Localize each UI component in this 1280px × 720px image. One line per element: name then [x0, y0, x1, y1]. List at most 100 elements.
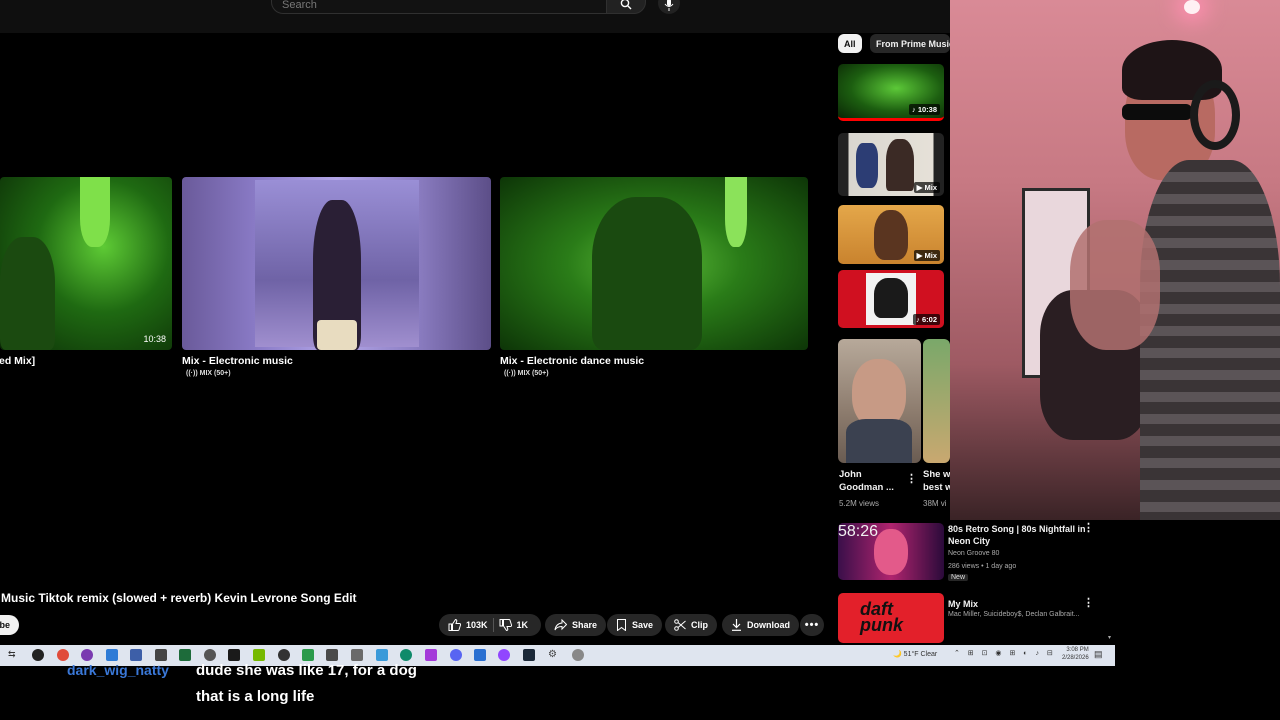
video-title: Music Tiktok remix (slowed + reverb) Kev… — [1, 591, 357, 605]
system-tray-icons[interactable]: ⌃ ⊞ ⊡ ◉ ⊞ ◐ ♪ ⊟ — [954, 649, 1056, 657]
clip-button[interactable]: Clip — [665, 614, 717, 636]
taskbar-app-icon[interactable] — [498, 649, 510, 661]
sidebar-video-thumbnail[interactable]: ♪ 10:38 — [838, 64, 944, 121]
download-label: Download — [747, 620, 790, 630]
like-count: 103K — [466, 620, 488, 630]
title-line: 80s Retro Song | 80s Nightfall in — [948, 524, 1086, 534]
dislike-button[interactable]: 1K — [499, 619, 529, 631]
scissors-icon — [674, 619, 686, 631]
more-actions-button[interactable]: ••• — [800, 614, 824, 636]
endcard-subtitle: ((·)) MIX (50+) — [504, 370, 549, 377]
short-title[interactable]: John Goodman ... — [839, 468, 894, 494]
endcard-mix-edm[interactable] — [500, 177, 808, 350]
chip-all[interactable]: All — [838, 34, 862, 53]
weather-widget[interactable]: 🌙 51°F Clear — [893, 650, 937, 658]
taskbar-app-icon[interactable] — [425, 649, 437, 661]
top-bar: Search — [0, 0, 950, 33]
logo-artwork: daft punk — [860, 599, 903, 635]
short-title-line: She w — [923, 469, 950, 480]
taskbar-icon[interactable]: ⇆ — [8, 649, 20, 661]
endcard-subtitle-text: MIX (50+) — [517, 370, 549, 377]
recommendation-item[interactable]: 58:26 80s Retro Song | 80s Nightfall in … — [838, 520, 1116, 582]
like-button[interactable]: 103K — [448, 619, 488, 631]
ceiling-light — [1184, 0, 1200, 14]
divider — [492, 618, 494, 632]
scroll-down-icon[interactable]: ▾ — [1108, 634, 1111, 641]
dislike-count: 1K — [516, 620, 529, 630]
search-button[interactable] — [606, 0, 646, 14]
sidebar-video-thumbnail[interactable]: ▶ Mix — [838, 205, 944, 264]
taskbar-app-icon[interactable] — [32, 649, 44, 661]
gear-icon[interactable]: ⚙ — [548, 649, 560, 661]
clock[interactable]: 3:08 PM 2/28/2026 — [1062, 646, 1089, 662]
microphone-icon — [664, 0, 674, 11]
taskbar-app-icon[interactable] — [106, 649, 118, 661]
taskbar-app-icon[interactable] — [155, 649, 167, 661]
mix-icon: ((·)) — [186, 370, 200, 377]
recommendation-thumbnail: 58:26 — [838, 523, 944, 580]
short-title-line: Goodman ... — [839, 482, 894, 493]
like-dislike-group: 103K 1K — [439, 614, 541, 636]
save-button[interactable]: Save — [607, 614, 663, 636]
endcard-subtitle-text: MIX (50+) — [199, 370, 231, 377]
subscribe-button[interactable]: be — [0, 615, 19, 635]
taskbar-app-icon[interactable] — [572, 649, 584, 661]
short-title[interactable]: She w best w — [923, 468, 950, 494]
thumbnail-figure — [317, 320, 357, 350]
sidebar-video-thumbnail[interactable]: ♪ 6:02 — [838, 270, 944, 328]
person-arm — [1070, 220, 1160, 350]
short-title-line: John — [839, 469, 862, 480]
more-vertical-icon[interactable]: ⋮ — [906, 472, 917, 485]
endcard-video-1[interactable]: 10:38 — [0, 177, 172, 350]
clip-label: Clip — [691, 620, 708, 630]
share-button[interactable]: Share — [545, 614, 607, 636]
taskbar-app-icon[interactable] — [179, 649, 191, 661]
notification-icon[interactable]: ▤ — [1094, 649, 1103, 660]
endcard-title[interactable]: Mix - Electronic dance music — [500, 355, 644, 367]
sidebar-video-thumbnail[interactable]: ▶ Mix — [838, 133, 944, 196]
save-label: Save — [632, 620, 654, 630]
thumbnail-figure — [592, 197, 702, 350]
more-vertical-icon[interactable]: ⋮ — [1083, 596, 1094, 609]
taskbar-app-icon[interactable] — [130, 649, 142, 661]
endcard-title[interactable]: ed Mix] — [0, 355, 35, 367]
share-label: Share — [572, 620, 598, 630]
voice-search-button[interactable] — [658, 0, 680, 14]
channel-name[interactable]: Neon Groove 80 — [948, 550, 999, 557]
clock-date: 2/28/2026 — [1062, 655, 1089, 661]
chip-from-prime-music[interactable]: From Prime Music — [870, 34, 950, 53]
chat-username: dark_wig_natty — [67, 662, 169, 678]
thumbnail-figure — [874, 529, 908, 575]
thumbs-down-icon — [499, 619, 512, 631]
steam-icon[interactable] — [523, 649, 535, 661]
thumbnail-figure — [725, 177, 747, 247]
recommendation-title: My Mix — [948, 599, 979, 609]
download-button[interactable]: Download — [722, 614, 799, 636]
bookmark-icon — [617, 619, 626, 631]
discord-icon[interactable] — [450, 649, 462, 661]
endcard-title[interactable]: Mix - Electronic music — [182, 355, 293, 367]
taskbar-app-icon[interactable] — [81, 649, 93, 661]
mix-artists: Mac Miller, Suicideboy$, Declan Galbrait… — [948, 611, 1080, 618]
short-views: 5.2M views — [839, 499, 880, 508]
title-line: Neon City — [948, 536, 991, 546]
moon-icon: 🌙 — [893, 651, 904, 658]
more-vertical-icon[interactable]: ⋮ — [1083, 521, 1094, 534]
recommendation-item[interactable]: daft punk My Mix ⋮ Mac Miller, Suicideboy… — [838, 590, 1116, 644]
endcard-duration: 10:38 — [143, 334, 166, 344]
search-input[interactable]: Search — [271, 0, 607, 14]
endcard-mix-electronic[interactable] — [182, 177, 491, 350]
duration-text: 10:38 — [917, 105, 937, 114]
badge-text: Mix — [924, 251, 937, 260]
mix-icon: ((·)) — [504, 370, 518, 377]
screen: Search 10:38 ed Mix] Mix - Electronic mu… — [0, 0, 1280, 720]
badge-text: Mix — [924, 183, 937, 192]
headphones — [1190, 80, 1240, 150]
taskbar-app-icon[interactable] — [474, 649, 486, 661]
thumbs-up-icon — [448, 619, 461, 631]
thumbnail-image — [255, 180, 419, 350]
duration-text: 6:02 — [921, 315, 937, 324]
short-thumbnail[interactable] — [923, 339, 950, 463]
short-thumbnail[interactable] — [838, 339, 921, 463]
chrome-icon[interactable] — [57, 649, 69, 661]
